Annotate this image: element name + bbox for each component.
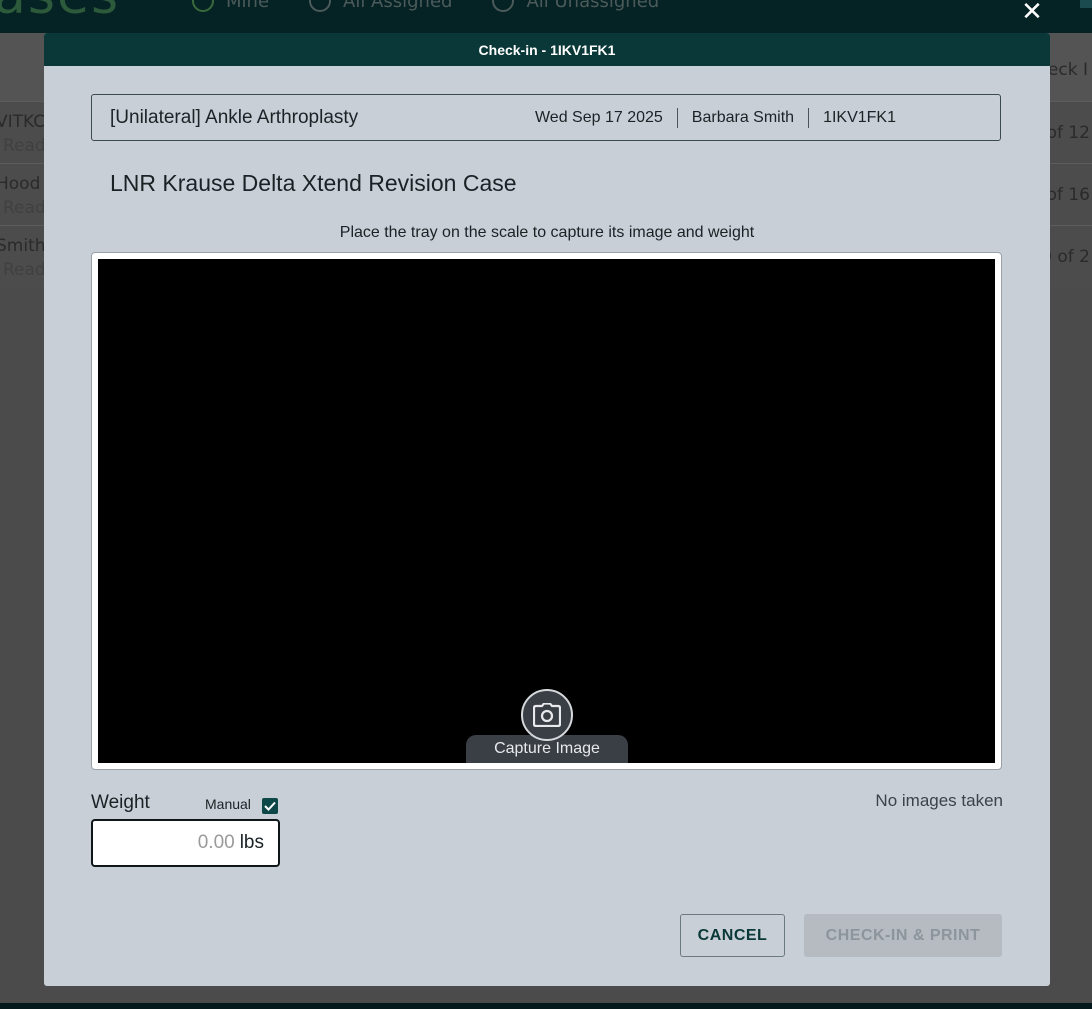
background-row-name: Hood — [0, 174, 41, 194]
radio-icon — [492, 0, 515, 12]
radio-icon — [309, 0, 332, 12]
case-filter-group: Mine All Assigned All Unassigned — [192, 0, 659, 12]
cancel-button[interactable]: CANCEL — [680, 914, 785, 957]
background-column-header: eck I — [1047, 60, 1088, 80]
check-in-print-button[interactable]: CHECK-IN & PRINT — [804, 914, 1002, 957]
weight-unit: lbs — [239, 832, 264, 853]
case-id: 1IKV1FK1 — [823, 108, 896, 126]
background-row-status: Read — [3, 260, 46, 280]
camera-icon — [521, 689, 573, 741]
capture-instruction: Place the tray on the scale to capture i… — [339, 224, 755, 241]
tray-title: LNR Krause Delta Xtend Revision Case — [110, 170, 517, 196]
weight-label: Weight — [91, 792, 150, 813]
topbar-edge — [1080, 0, 1092, 8]
case-info-box: [Unilateral] Ankle Arthroplasty Wed Sep … — [91, 94, 1001, 141]
weight-field[interactable]: lbs — [91, 819, 280, 867]
divider — [808, 107, 810, 128]
filter-label: All Unassigned — [526, 0, 660, 12]
case-meta: Wed Sep 17 2025 Barbara Smith 1IKV1FK1 — [534, 107, 896, 128]
manual-label: Manual — [205, 796, 251, 812]
background-row-status: Read — [3, 198, 46, 218]
filter-all-unassigned[interactable]: All Unassigned — [492, 0, 659, 12]
radio-icon — [192, 0, 214, 12]
filter-all-assigned[interactable]: All Assigned — [309, 0, 452, 12]
filter-mine[interactable]: Mine — [192, 0, 269, 12]
close-icon[interactable]: ✕ — [1020, 0, 1044, 25]
divider — [676, 107, 678, 128]
capture-image-button[interactable]: Capture Image — [466, 689, 628, 763]
weight-input[interactable] — [134, 832, 235, 854]
images-status: No images taken — [875, 791, 1003, 810]
background-row-count: of 12 — [1046, 123, 1090, 143]
app-logo: ases — [0, 0, 120, 26]
checkmark-icon — [264, 801, 276, 811]
background-topbar: ases Mine All Assigned All Unassigned ✕ — [0, 0, 1092, 33]
check-in-modal: Check-in - 1IKV1FK1 [Unilateral] Ankle A… — [44, 33, 1050, 986]
background-row-status: Read — [3, 136, 46, 156]
case-date: Wed Sep 17 2025 — [534, 108, 663, 126]
background-row-name: Smith — [0, 236, 46, 256]
camera-preview — [98, 259, 995, 763]
background-row-name: VITKC — [0, 112, 46, 132]
manual-checkbox[interactable] — [262, 798, 278, 814]
procedure-name: [Unilateral] Ankle Arthroplasty — [110, 106, 359, 128]
modal-title: Check-in - 1IKV1FK1 — [44, 33, 1050, 66]
background-footer — [0, 1003, 1092, 1009]
filter-label: Mine — [226, 0, 270, 12]
filter-label: All Assigned — [343, 0, 453, 12]
background-row-count: of 16 — [1046, 185, 1090, 205]
patient-name: Barbara Smith — [691, 108, 795, 126]
